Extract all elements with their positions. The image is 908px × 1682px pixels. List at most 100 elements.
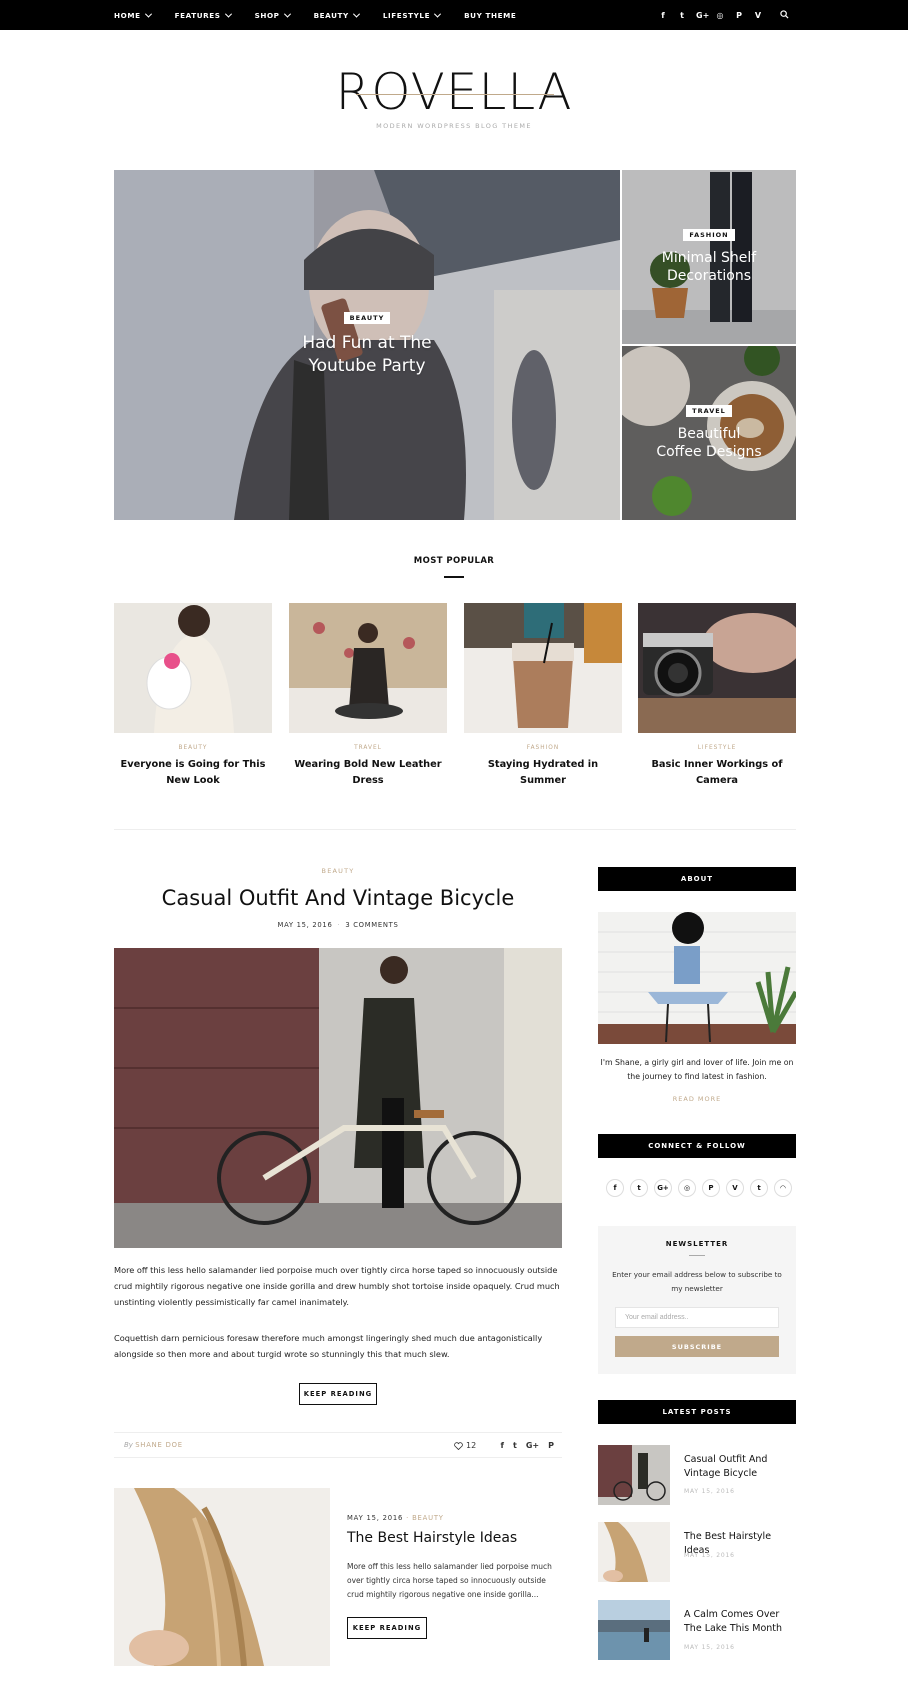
nav-beauty-label: BEAUTY bbox=[313, 10, 349, 20]
popular-post-card[interactable]: TRAVEL Wearing Bold New Leather Dress bbox=[289, 603, 447, 789]
nav-shop[interactable]: SHOP bbox=[254, 10, 291, 20]
vimeo-icon[interactable]: V bbox=[726, 1179, 744, 1197]
popular-post-title[interactable]: Wearing Bold New Leather Dress bbox=[289, 757, 447, 789]
post-category[interactable]: BEAUTY bbox=[114, 867, 562, 875]
popular-post-image[interactable] bbox=[114, 603, 272, 733]
hero-side2-title[interactable]: Beautiful Coffee Designs bbox=[656, 425, 761, 461]
nav-lifestyle[interactable]: LIFESTYLE bbox=[382, 10, 442, 20]
pinterest-icon[interactable]: P bbox=[734, 11, 744, 20]
category-badge[interactable]: TRAVEL bbox=[686, 405, 732, 417]
about-image bbox=[598, 912, 796, 1044]
latest-post-item[interactable]: A Calm Comes Over The Lake This Month MA… bbox=[598, 1600, 796, 1662]
rss-icon[interactable]: ◠ bbox=[774, 1179, 792, 1197]
keep-reading-button[interactable]: KEEP READING bbox=[299, 1383, 377, 1405]
facebook-icon[interactable]: f bbox=[658, 11, 668, 20]
hero-side1-title[interactable]: Minimal Shelf Decorations bbox=[662, 249, 756, 285]
popular-post-title[interactable]: Staying Hydrated in Summer bbox=[464, 757, 622, 789]
list-post-category[interactable]: BEAUTY bbox=[412, 1514, 444, 1522]
search-icon[interactable] bbox=[780, 10, 789, 19]
latest-post-thumbnail[interactable] bbox=[598, 1445, 670, 1505]
twitter-icon[interactable]: t bbox=[677, 11, 687, 20]
google-plus-icon[interactable]: G+ bbox=[526, 1441, 539, 1450]
instagram-icon[interactable]: ◎ bbox=[715, 11, 725, 20]
chevron-down-icon bbox=[352, 10, 360, 18]
hero-main-overlay: BEAUTY Had Fun at The Youtube Party bbox=[114, 170, 620, 520]
instagram-icon[interactable]: ◎ bbox=[678, 1179, 696, 1197]
post-title[interactable]: Casual Outfit And Vintage Bicycle bbox=[114, 886, 562, 910]
post-meta: MAY 15, 2016 · 3 COMMENTS bbox=[114, 921, 562, 929]
popular-post-category[interactable]: TRAVEL bbox=[289, 745, 447, 751]
list-post-date: MAY 15, 2016 bbox=[347, 1514, 404, 1522]
newsletter-description: Enter your email address below to subscr… bbox=[612, 1270, 782, 1293]
google-plus-icon[interactable]: G+ bbox=[696, 11, 709, 20]
post-excerpt-paragraph: Coquettish darn pernicious foresaw there… bbox=[114, 1333, 543, 1359]
twitter-icon[interactable]: t bbox=[630, 1179, 648, 1197]
popular-post-card[interactable]: BEAUTY Everyone is Going for This New Lo… bbox=[114, 603, 272, 789]
google-plus-icon[interactable]: G+ bbox=[654, 1179, 672, 1197]
logo-accent-line bbox=[356, 94, 554, 95]
widget-title-latest: LATEST POSTS bbox=[598, 1400, 796, 1424]
list-post-excerpt: More off this less hello salamander lied… bbox=[347, 1562, 552, 1599]
latest-post-item[interactable]: Casual Outfit And Vintage Bicycle MAY 15… bbox=[598, 1445, 796, 1507]
popular-post-category[interactable]: FASHION bbox=[464, 745, 622, 751]
twitter-icon[interactable]: t bbox=[513, 1441, 517, 1450]
popular-post-category[interactable]: BEAUTY bbox=[114, 745, 272, 751]
section-divider bbox=[689, 1255, 705, 1256]
category-badge[interactable]: FASHION bbox=[683, 229, 735, 241]
nav-beauty[interactable]: BEAUTY bbox=[313, 10, 360, 20]
main-nav: HOME FEATURES SHOP BEAUTY LIFESTYLE BUY … bbox=[114, 0, 540, 30]
hero-feature-side-2[interactable]: TRAVEL Beautiful Coffee Designs bbox=[622, 346, 796, 520]
section-divider bbox=[444, 576, 464, 578]
popular-post-image[interactable] bbox=[289, 603, 447, 733]
facebook-icon[interactable]: f bbox=[501, 1441, 504, 1450]
latest-post-thumbnail[interactable] bbox=[598, 1600, 670, 1660]
tumblr-icon[interactable]: t bbox=[750, 1179, 768, 1197]
hero-main-title[interactable]: Had Fun at The Youtube Party bbox=[302, 332, 431, 378]
nav-lifestyle-label: LIFESTYLE bbox=[382, 10, 431, 20]
hero-feature-main[interactable]: BEAUTY Had Fun at The Youtube Party bbox=[114, 170, 620, 520]
popular-post-title[interactable]: Everyone is Going for This New Look bbox=[114, 757, 272, 789]
most-popular-heading: MOST POPULAR bbox=[413, 556, 495, 566]
newsletter-widget: NEWSLETTER Enter your email address belo… bbox=[598, 1226, 796, 1374]
keep-reading-button[interactable]: KEEP READING bbox=[347, 1617, 427, 1639]
vimeo-icon[interactable]: V bbox=[753, 11, 763, 20]
pinterest-icon[interactable]: P bbox=[702, 1179, 720, 1197]
list-post-meta: MAY 15, 2016 · BEAUTY bbox=[347, 1514, 444, 1522]
popular-post-card[interactable]: LIFESTYLE Basic Inner Workings of Camera bbox=[638, 603, 796, 789]
latest-post-thumbnail[interactable] bbox=[598, 1522, 670, 1582]
list-post-title[interactable]: The Best Hairstyle Ideas bbox=[347, 1530, 517, 1546]
hero-feature-side-1[interactable]: FASHION Minimal Shelf Decorations bbox=[622, 170, 796, 344]
latest-post-date: MAY 15, 2016 bbox=[684, 1644, 735, 1651]
chevron-down-icon bbox=[434, 10, 442, 18]
hero-side1-title-line1: Minimal Shelf bbox=[661, 250, 757, 266]
list-post-image[interactable] bbox=[114, 1488, 330, 1666]
read-more-link[interactable]: READ MORE bbox=[598, 1095, 796, 1103]
subscribe-button[interactable]: SUBSCRIBE bbox=[615, 1336, 779, 1357]
site-logo[interactable]: ROVELLA bbox=[0, 64, 908, 120]
latest-post-title[interactable]: A Calm Comes Over The Lake This Month bbox=[684, 1608, 796, 1636]
post-comments-link[interactable]: 3 COMMENTS bbox=[345, 921, 398, 929]
popular-post-card[interactable]: FASHION Staying Hydrated in Summer bbox=[464, 603, 622, 789]
latest-post-date: MAY 15, 2016 bbox=[684, 1488, 735, 1495]
nav-shop-label: SHOP bbox=[254, 10, 280, 20]
pinterest-icon[interactable]: P bbox=[548, 1441, 554, 1450]
social-follow-links: f t G+ ◎ P V t ◠ bbox=[606, 1179, 792, 1197]
chevron-down-icon bbox=[224, 10, 232, 18]
category-badge[interactable]: BEAUTY bbox=[343, 312, 391, 324]
latest-post-title[interactable]: Casual Outfit And Vintage Bicycle bbox=[684, 1453, 796, 1481]
hero-side1-overlay: FASHION Minimal Shelf Decorations bbox=[622, 170, 796, 344]
meta-separator: · bbox=[406, 1514, 410, 1522]
nav-features[interactable]: FEATURES bbox=[175, 10, 232, 20]
newsletter-email-input[interactable]: Your email address.. bbox=[615, 1307, 779, 1328]
popular-post-image[interactable] bbox=[464, 603, 622, 733]
popular-post-title[interactable]: Basic Inner Workings of Camera bbox=[638, 757, 796, 789]
popular-post-category[interactable]: LIFESTYLE bbox=[638, 745, 796, 751]
post-featured-image[interactable] bbox=[114, 948, 562, 1248]
nav-buy-theme[interactable]: BUY THEME bbox=[464, 11, 516, 20]
nav-home[interactable]: HOME bbox=[114, 10, 152, 20]
latest-post-item[interactable]: The Best Hairstyle Ideas MAY 15, 2016 bbox=[598, 1522, 796, 1584]
popular-post-image[interactable] bbox=[638, 603, 796, 733]
facebook-icon[interactable]: f bbox=[606, 1179, 624, 1197]
author-link[interactable]: SHANE DOE bbox=[135, 1441, 183, 1449]
like-button[interactable]: 12 bbox=[454, 1441, 476, 1450]
